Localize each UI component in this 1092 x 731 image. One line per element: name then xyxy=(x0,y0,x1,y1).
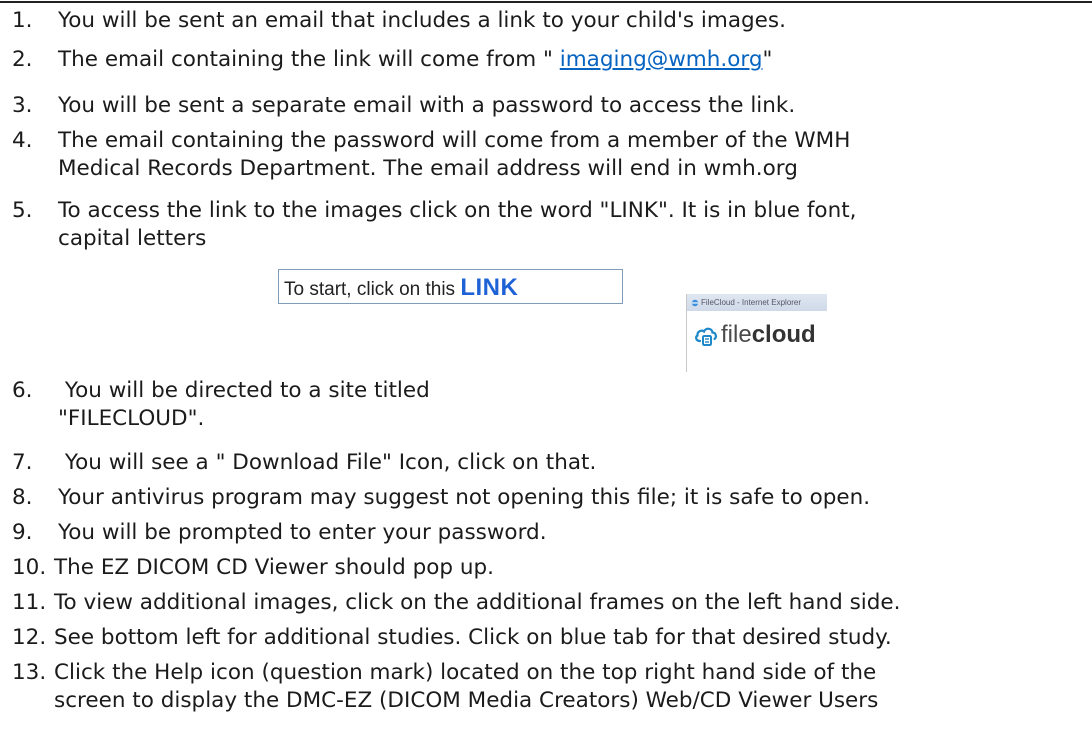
filecloud-window-screenshot: FileCloud - Internet Explorer filecloud xyxy=(686,294,827,372)
step-text-before: The email containing the link will come … xyxy=(58,47,560,72)
step-text: The email containing the link will come … xyxy=(58,46,772,74)
step-line-2: capital letters xyxy=(58,226,207,251)
step-13: 13. Click the Help icon (question mark) l… xyxy=(12,659,878,715)
step-5: 5. To access the link to the images click… xyxy=(12,197,856,253)
step-line-2: screen to display the DMC-EZ (DICOM Medi… xyxy=(54,688,879,713)
link-sample-box: To start, click on this LINK xyxy=(278,269,623,304)
step-number: 13. xyxy=(12,660,47,685)
step-11: 11. To view additional images, click on t… xyxy=(12,589,900,617)
step-8: 8. Your antivirus program may suggest not… xyxy=(12,484,870,512)
step-6: 6. You will be directed to a site titled… xyxy=(12,377,430,433)
step-number: 11. xyxy=(12,590,47,615)
step-text: The email containing the password will c… xyxy=(58,127,850,183)
filecloud-logo: filecloud xyxy=(693,321,816,349)
step-text: Click the Help icon (question mark) loca… xyxy=(54,659,878,715)
step-number: 9. xyxy=(12,520,33,545)
internet-explorer-icon xyxy=(691,299,699,307)
step-text: You will be sent an email that includes … xyxy=(58,8,786,33)
cloud-icon xyxy=(695,327,717,346)
brand-name: filecloud xyxy=(721,321,816,349)
step-text: The EZ DICOM CD Viewer should pop up. xyxy=(54,555,494,580)
step-number: 2. xyxy=(12,47,33,72)
step-number: 5. xyxy=(12,198,33,223)
step-text: To access the link to the images click o… xyxy=(58,197,856,253)
step-text: Your antivirus program may suggest not o… xyxy=(58,485,871,510)
step-number: 6. xyxy=(12,378,33,403)
brand-regular: file xyxy=(721,321,752,348)
step-2: 2. The email containing the link will com… xyxy=(12,46,772,74)
step-text: You will be directed to a site titled "FI… xyxy=(58,377,430,433)
step-10: 10. The EZ DICOM CD Viewer should pop up. xyxy=(12,554,494,582)
step-line-1: Click the Help icon (question mark) loca… xyxy=(54,660,877,685)
window-title: FileCloud - Internet Explorer xyxy=(701,298,802,307)
step-line-1: The email containing the password will c… xyxy=(58,128,851,153)
step-number: 7. xyxy=(12,450,33,475)
step-7: 7. You will see a " Download File" Icon,… xyxy=(12,449,596,477)
step-number: 8. xyxy=(12,485,33,510)
step-text: You will see a " Download File" Icon, cl… xyxy=(58,450,597,475)
step-text-after: " xyxy=(762,47,773,72)
window-titlebar: FileCloud - Internet Explorer xyxy=(687,294,827,311)
step-9: 9. You will be prompted to enter your pas… xyxy=(12,519,547,547)
email-link[interactable]: imaging@wmh.org xyxy=(560,47,763,72)
step-number: 4. xyxy=(12,128,33,153)
step-number: 1. xyxy=(12,8,33,33)
step-text: See bottom left for additional studies. … xyxy=(54,625,892,650)
step-number: 12. xyxy=(12,625,47,650)
link-word[interactable]: LINK xyxy=(460,274,518,301)
step-line-2: "FILECLOUD". xyxy=(58,406,205,431)
step-4: 4. The email containing the password will… xyxy=(12,127,850,183)
step-text: You will be prompted to enter your passw… xyxy=(58,520,547,545)
step-line-1: You will be directed to a site titled xyxy=(58,378,430,403)
top-rule xyxy=(0,1,1092,3)
step-text: You will be sent a separate email with a… xyxy=(58,93,796,118)
step-text: To view additional images, click on the … xyxy=(54,590,901,615)
step-1: 1. You will be sent an email that include… xyxy=(12,7,786,35)
step-number: 3. xyxy=(12,93,33,118)
brand-bold: cloud xyxy=(751,321,816,348)
step-number: 10. xyxy=(12,555,47,580)
step-line-1: To access the link to the images click o… xyxy=(58,198,857,223)
step-3: 3. You will be sent a separate email with… xyxy=(12,92,795,120)
link-sample-prefix: To start, click on this xyxy=(284,279,461,300)
step-12: 12. See bottom left for additional studie… xyxy=(12,624,892,652)
step-line-2: Medical Records Department. The email ad… xyxy=(58,156,798,181)
